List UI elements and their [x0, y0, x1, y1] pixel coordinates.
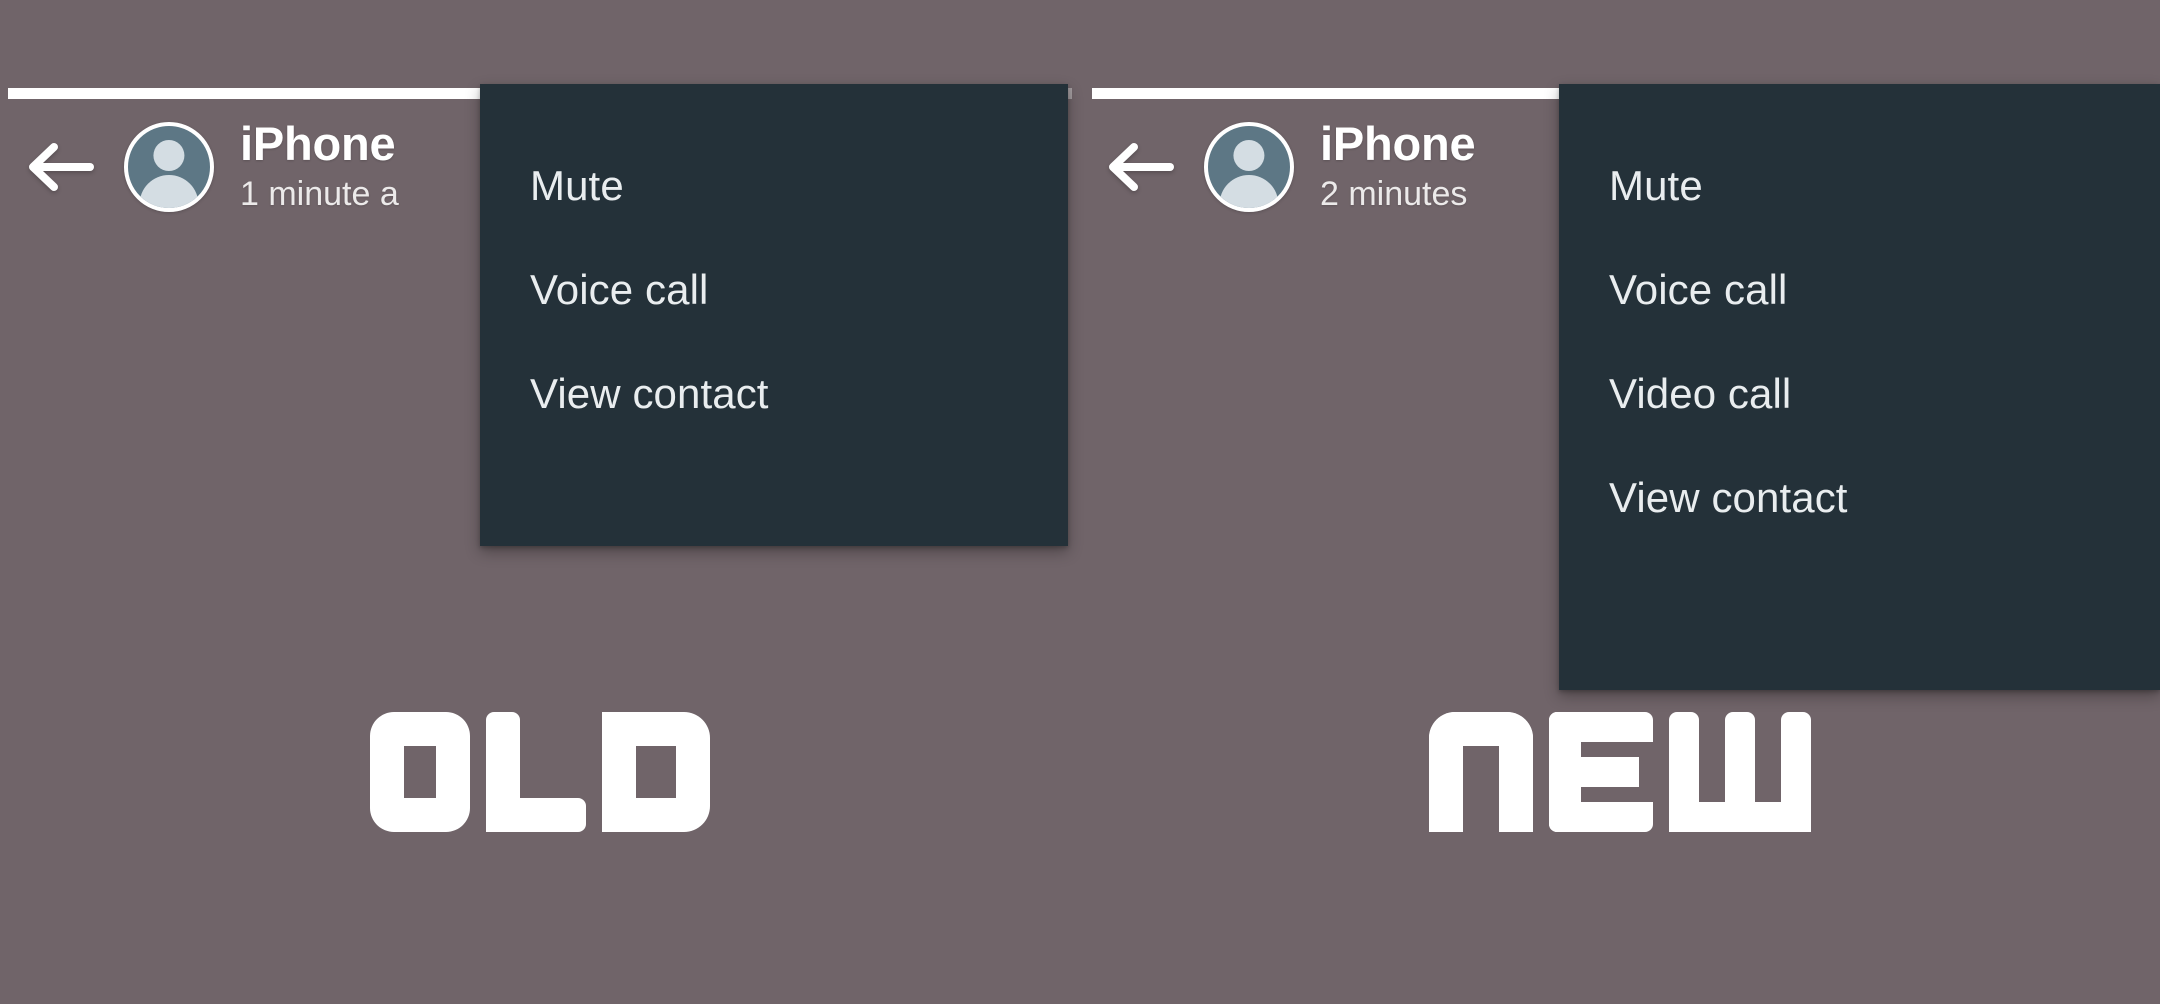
panel-new: iPhone 2 minutes Mute Voice call Video c…	[1080, 0, 2160, 1004]
badge-glyph-d	[602, 712, 710, 832]
avatar-body-shape	[139, 175, 199, 208]
badge-glyph-e	[1549, 712, 1653, 832]
avatar-body-shape	[1219, 175, 1279, 208]
menu-item-view-contact[interactable]: View contact	[1559, 446, 2160, 550]
avatar[interactable]	[124, 122, 214, 212]
menu-item-voice-call[interactable]: Voice call	[1559, 238, 2160, 342]
comparison-screenshot: iPhone 1 minute a Mute Voice call View c…	[0, 0, 2160, 1004]
overflow-menu-old[interactable]: Mute Voice call View contact	[480, 84, 1068, 546]
badge-glyph-w	[1669, 712, 1811, 832]
back-arrow-icon[interactable]	[1102, 130, 1176, 204]
contact-titleblock-old[interactable]: iPhone 1 minute a	[240, 119, 399, 215]
avatar-head-shape	[153, 139, 185, 172]
back-arrow-icon[interactable]	[22, 130, 96, 204]
contact-name: iPhone	[240, 116, 396, 170]
badge-glyph-o	[370, 712, 470, 832]
badge-glyph-n	[1429, 712, 1533, 832]
avatar[interactable]	[1204, 122, 1294, 212]
contact-name: iPhone	[1320, 116, 1476, 170]
menu-item-video-call[interactable]: Video call	[1559, 342, 2160, 446]
overflow-menu-new[interactable]: Mute Voice call Video call View contact	[1559, 84, 2160, 690]
menu-item-mute[interactable]: Mute	[480, 134, 1068, 238]
badge-old: OLD	[0, 712, 1080, 832]
badge-new: new	[1080, 712, 2160, 832]
menu-item-mute[interactable]: Mute	[1559, 134, 2160, 238]
contact-titleblock-new[interactable]: iPhone 2 minutes	[1320, 116, 1476, 215]
badge-old-glyphs	[370, 712, 710, 832]
contact-status: 2 minutes	[1320, 174, 1468, 213]
badge-glyph-l	[486, 712, 586, 832]
badge-new-glyphs	[1429, 712, 1811, 832]
avatar-head-shape	[1233, 139, 1265, 172]
menu-item-view-contact[interactable]: View contact	[480, 342, 1068, 446]
menu-item-voice-call[interactable]: Voice call	[480, 238, 1068, 342]
contact-status: 1 minute a	[240, 174, 399, 213]
